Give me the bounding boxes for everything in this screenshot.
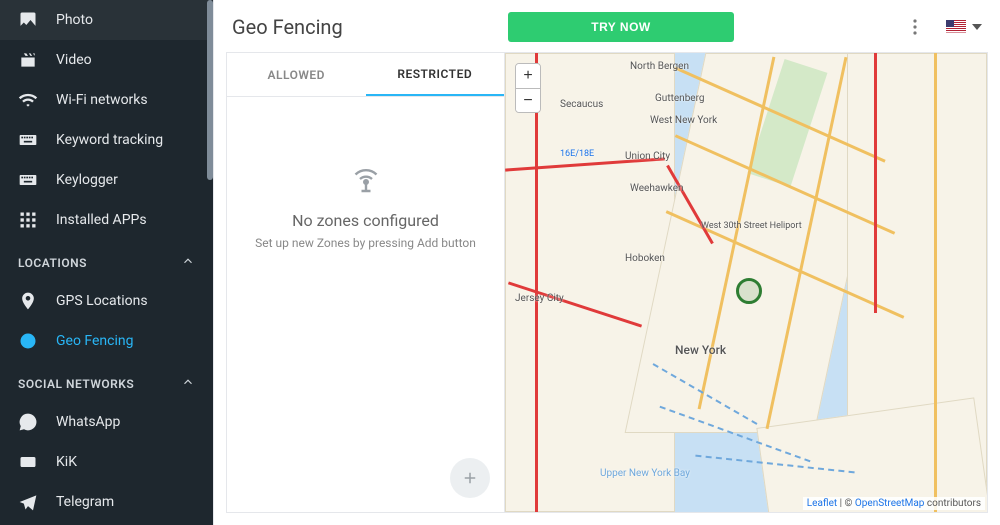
plus-icon xyxy=(461,469,479,487)
sidebar-item-label: Installed APPs xyxy=(56,212,147,228)
leaflet-link[interactable]: Leaflet xyxy=(807,498,837,509)
tab-restricted[interactable]: RESTRICTED xyxy=(366,53,505,96)
wifi-icon xyxy=(18,90,38,110)
movie-icon xyxy=(18,50,38,70)
sidebar-item-wifi[interactable]: Wi-Fi networks xyxy=(0,80,213,120)
empty-state-subtitle: Set up new Zones by pressing Add button xyxy=(255,236,476,250)
tab-allowed[interactable]: ALLOWED xyxy=(227,53,366,96)
sidebar-item-keyword[interactable]: Keyword tracking xyxy=(0,120,213,160)
whatsapp-icon xyxy=(18,412,38,432)
empty-state: No zones configured Set up new Zones by … xyxy=(227,97,504,512)
main: Geo Fencing TRY NOW ALLOWED RESTRICTED N… xyxy=(213,0,1000,525)
sidebar-item-label: Telegram xyxy=(56,494,114,510)
zoom-control: + − xyxy=(515,63,541,113)
sidebar-section-social[interactable]: SOCIAL NETWORKS xyxy=(0,361,213,402)
sidebar: Photo Video Wi-Fi networks Keyword track… xyxy=(0,0,213,525)
content: ALLOWED RESTRICTED No zones configured S… xyxy=(226,52,988,513)
osm-link[interactable]: OpenStreetMap xyxy=(855,498,925,509)
more-menu-button[interactable] xyxy=(906,18,924,36)
sidebar-item-label: Photo xyxy=(56,12,93,28)
try-now-button[interactable]: TRY NOW xyxy=(508,12,734,42)
zoom-out-button[interactable]: − xyxy=(516,88,540,112)
sidebar-item-telegram[interactable]: Telegram xyxy=(0,482,213,522)
grid-icon xyxy=(18,210,38,230)
sidebar-section-locations[interactable]: LOCATIONS xyxy=(0,240,213,281)
sidebar-item-label: KiK xyxy=(56,454,77,470)
flag-us-icon xyxy=(946,20,966,34)
add-zone-button[interactable] xyxy=(450,458,490,498)
keyboard-icon xyxy=(18,170,38,190)
zone-tabs: ALLOWED RESTRICTED xyxy=(227,53,504,97)
chevron-up-icon xyxy=(181,375,195,392)
target-icon xyxy=(18,331,38,351)
sidebar-scrollbar[interactable] xyxy=(207,0,213,180)
topbar: Geo Fencing TRY NOW xyxy=(214,0,1000,52)
sidebar-item-label: GPS Locations xyxy=(56,293,148,309)
telegram-icon xyxy=(18,492,38,512)
sidebar-item-whatsapp[interactable]: WhatsApp xyxy=(0,402,213,442)
antenna-icon xyxy=(348,161,384,201)
sidebar-item-label: Keylogger xyxy=(56,172,118,188)
map[interactable]: North Bergen Secaucus Guttenberg West Ne… xyxy=(505,53,987,512)
map-attribution: Leaflet | © OpenStreetMap contributors xyxy=(803,497,985,510)
sidebar-item-label: WhatsApp xyxy=(56,414,120,430)
sidebar-item-label: Keyword tracking xyxy=(56,132,163,148)
geofence-marker[interactable] xyxy=(736,278,762,304)
chevron-up-icon xyxy=(181,254,195,271)
sidebar-item-geofencing[interactable]: Geo Fencing xyxy=(0,321,213,361)
sidebar-item-kik[interactable]: KiK xyxy=(0,442,213,482)
pin-icon xyxy=(18,291,38,311)
page-title: Geo Fencing xyxy=(232,15,492,39)
sidebar-item-label: Geo Fencing xyxy=(56,333,134,349)
kik-icon xyxy=(18,452,38,472)
zoom-in-button[interactable]: + xyxy=(516,64,540,88)
section-label: LOCATIONS xyxy=(18,256,87,270)
image-icon xyxy=(18,10,38,30)
sidebar-item-keylogger[interactable]: Keylogger xyxy=(0,160,213,200)
section-label: SOCIAL NETWORKS xyxy=(18,377,134,391)
chevron-down-icon xyxy=(972,24,982,30)
language-selector[interactable] xyxy=(946,20,982,34)
sidebar-item-video[interactable]: Video xyxy=(0,40,213,80)
sidebar-item-label: Video xyxy=(56,52,92,68)
sidebar-item-gps[interactable]: GPS Locations xyxy=(0,281,213,321)
sidebar-item-apps[interactable]: Installed APPs xyxy=(0,200,213,240)
sidebar-item-label: Wi-Fi networks xyxy=(56,92,148,108)
sidebar-item-photo[interactable]: Photo xyxy=(0,0,213,40)
empty-state-title: No zones configured xyxy=(292,211,439,230)
keyboard-icon xyxy=(18,130,38,150)
zones-panel: ALLOWED RESTRICTED No zones configured S… xyxy=(227,53,505,512)
